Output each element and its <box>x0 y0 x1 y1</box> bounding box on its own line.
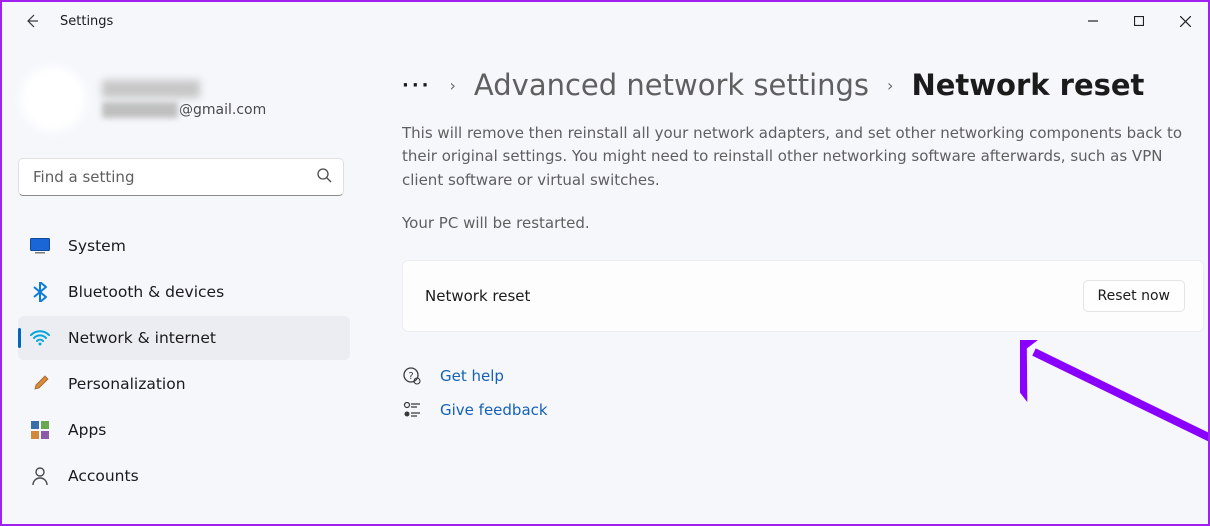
sidebar: @gmail.com System Bluetooth & devices <box>2 40 360 524</box>
sidebar-item-accounts[interactable]: Accounts <box>18 454 350 498</box>
get-help-link[interactable]: Get help <box>440 367 504 385</box>
card-title: Network reset <box>425 287 530 305</box>
sidebar-item-apps[interactable]: Apps <box>18 408 350 452</box>
feedback-icon <box>402 400 422 420</box>
sidebar-item-label: Accounts <box>68 467 139 485</box>
account-text: @gmail.com <box>102 80 266 118</box>
account-block[interactable]: @gmail.com <box>18 66 350 132</box>
help-icon: ? <box>402 366 422 386</box>
account-email-redacted <box>102 102 178 118</box>
svg-text:?: ? <box>408 371 413 382</box>
sidebar-item-label: Personalization <box>68 375 186 393</box>
avatar <box>20 66 86 132</box>
nav-list: System Bluetooth & devices Network & int… <box>18 224 350 498</box>
give-feedback-row: Give feedback <box>402 400 1208 420</box>
sidebar-item-label: Apps <box>68 421 106 439</box>
window-title: Settings <box>60 14 113 29</box>
reset-now-button[interactable]: Reset now <box>1083 280 1185 312</box>
close-button[interactable] <box>1162 2 1208 40</box>
close-icon <box>1180 16 1191 27</box>
restart-notice: Your PC will be restarted. <box>402 214 1208 232</box>
wifi-icon <box>30 328 50 348</box>
search-icon <box>316 167 332 187</box>
get-help-row: ? Get help <box>402 366 1208 386</box>
description-text: This will remove then reinstall all your… <box>402 122 1192 192</box>
sidebar-item-label: System <box>68 237 126 255</box>
titlebar: Settings <box>2 2 1208 40</box>
breadcrumb-parent[interactable]: Advanced network settings <box>474 68 869 102</box>
brush-icon <box>30 374 50 394</box>
apps-icon <box>30 420 50 440</box>
sidebar-item-label: Bluetooth & devices <box>68 283 224 301</box>
account-name-redacted <box>102 80 200 98</box>
search-container <box>18 158 344 196</box>
breadcrumb-current: Network reset <box>911 68 1144 102</box>
sidebar-item-label: Network & internet <box>68 329 216 347</box>
window-body: @gmail.com System Bluetooth & devices <box>2 40 1208 524</box>
maximize-button[interactable] <box>1116 2 1162 40</box>
sidebar-item-system[interactable]: System <box>18 224 350 268</box>
breadcrumb-more-button[interactable]: ··· <box>402 75 432 96</box>
breadcrumb: ··· › Advanced network settings › Networ… <box>402 68 1208 102</box>
sidebar-item-personalization[interactable]: Personalization <box>18 362 350 406</box>
sidebar-item-network[interactable]: Network & internet <box>18 316 350 360</box>
settings-window: Settings @gmail.com <box>0 0 1210 526</box>
minimize-button[interactable] <box>1070 2 1116 40</box>
back-arrow-icon <box>24 13 40 29</box>
bluetooth-icon <box>30 282 50 302</box>
chevron-right-icon: › <box>450 76 456 95</box>
window-controls <box>1070 2 1208 40</box>
maximize-icon <box>1134 16 1144 26</box>
minimize-icon <box>1088 16 1098 26</box>
account-email-suffix: @gmail.com <box>179 102 266 118</box>
back-button[interactable] <box>20 9 44 33</box>
account-email: @gmail.com <box>102 102 266 118</box>
chevron-right-icon: › <box>887 76 893 95</box>
network-reset-card: Network reset Reset now <box>402 260 1204 332</box>
sidebar-item-bluetooth[interactable]: Bluetooth & devices <box>18 270 350 314</box>
main-content: ··· › Advanced network settings › Networ… <box>360 40 1208 524</box>
help-links: ? Get help Give feedback <box>402 366 1208 420</box>
system-icon <box>30 236 50 256</box>
search-input[interactable] <box>18 158 344 196</box>
give-feedback-link[interactable]: Give feedback <box>440 401 548 419</box>
person-icon <box>30 466 50 486</box>
